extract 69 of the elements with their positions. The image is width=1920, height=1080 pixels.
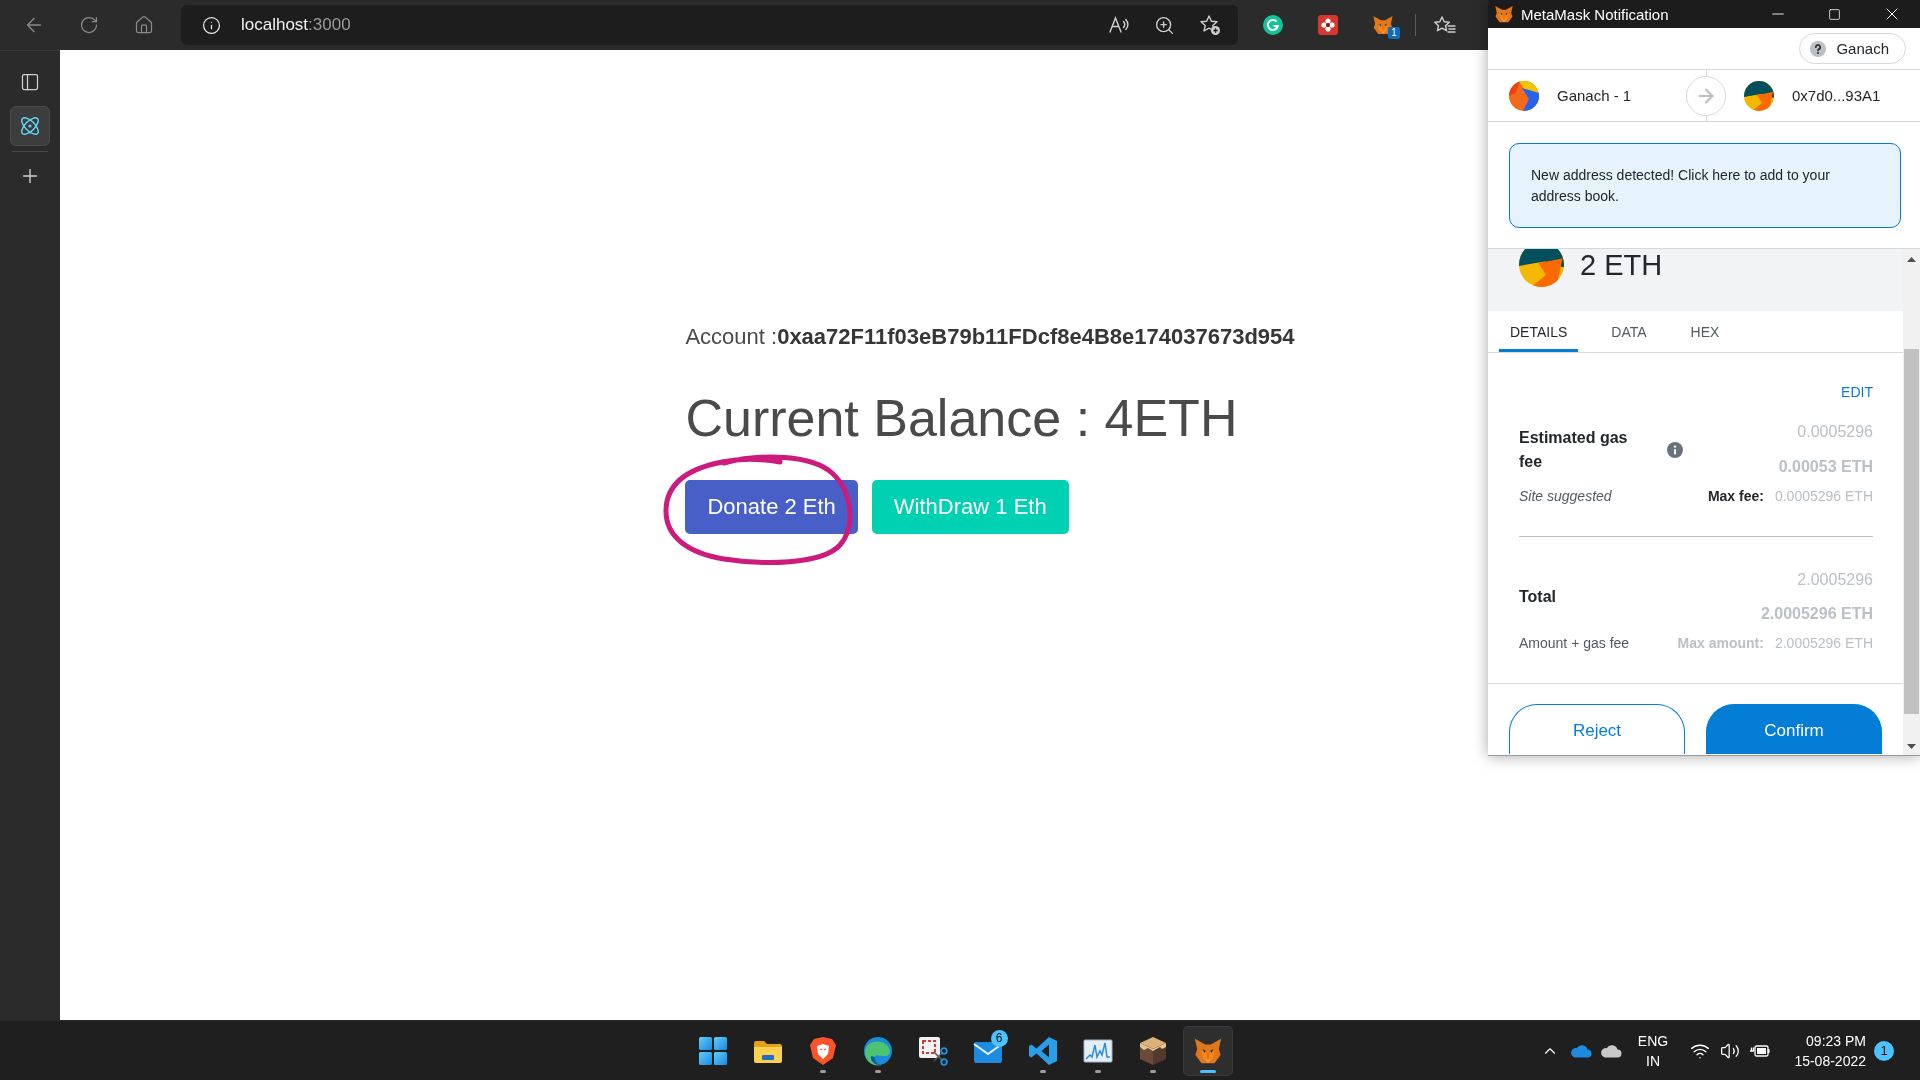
fee-label: Estimated gas fee [1519, 427, 1629, 472]
fox-icon[interactable] [1371, 14, 1394, 36]
cloud-icon[interactable] [1600, 1043, 1622, 1058]
balance-heading: Current Balance : 4ETH [685, 388, 1238, 449]
max-value: 0.0005296 ETH [1774, 487, 1873, 506]
cloud-icon[interactable] [1570, 1043, 1592, 1058]
fee-label: Total [1519, 587, 1558, 607]
url-text: localhost:3000 [241, 15, 351, 35]
donate-button[interactable]: Donate 2 Eth [685, 480, 858, 534]
tab[interactable]: HEX [1679, 311, 1731, 352]
windows-icon [697, 1035, 728, 1066]
read-aloud-icon[interactable] [1108, 15, 1130, 35]
help-icon [1810, 40, 1827, 57]
max-value: 2.0005296 ETH [1774, 634, 1873, 653]
window-title: MetaMask Notification [1521, 5, 1669, 23]
address-bar[interactable]: localhost:3000 [181, 5, 1238, 45]
scissors-frame-icon [917, 1035, 948, 1066]
avatar-icon [1519, 249, 1564, 287]
fox-icon [1494, 4, 1514, 24]
tab[interactable]: DATA [1600, 311, 1658, 352]
address-alert[interactable]: New address detected! Click here to add to your address book. [1509, 143, 1901, 228]
info-icon[interactable] [202, 15, 221, 35]
sidebar-button[interactable] [10, 106, 50, 146]
atom-icon [19, 115, 41, 137]
extension-badge: 1 [1388, 27, 1400, 39]
amount-text: 2 ETH [1580, 249, 1663, 281]
favorites-icon[interactable] [1434, 15, 1456, 35]
avatar-icon [1509, 80, 1539, 111]
add-favorite-icon[interactable] [1199, 14, 1221, 36]
region-text[interactable]: IN [1646, 1050, 1660, 1071]
recipient-address: 0x7d0...93A1 [1792, 87, 1881, 104]
note-text: Amount + gas fee [1519, 634, 1630, 653]
note-text: Site suggested [1519, 487, 1612, 506]
zoom-in-icon[interactable] [1154, 14, 1175, 36]
scrollbar-thumb[interactable] [1904, 349, 1919, 714]
eth-value-text: 0.00053 ETH [1778, 457, 1873, 477]
battery-icon[interactable] [1749, 1042, 1771, 1059]
account-name: Ganach - 1 [1557, 87, 1632, 104]
refresh-icon[interactable] [79, 15, 99, 35]
taskbar-button[interactable] [1182, 1025, 1233, 1076]
arc-circle-icon[interactable] [1262, 15, 1283, 35]
eth-value-text: 2.0005296 ETH [1760, 604, 1873, 624]
clock-time[interactable]: 09:23 PM [1806, 1030, 1866, 1051]
home-icon[interactable] [134, 15, 154, 35]
ribbon-icon [1027, 1035, 1058, 1066]
max-label: Max fee: [1707, 487, 1764, 506]
scroll-up-icon[interactable] [1907, 257, 1916, 262]
account-text: Account :0xaa72F11f03eB79b11FDcf8e4B8e174037673d954 [685, 323, 1295, 351]
value-text: 2.0005296 [1797, 570, 1873, 590]
maximize-icon[interactable] [1828, 7, 1841, 21]
chart-window-icon [1082, 1037, 1113, 1064]
clock-date[interactable]: 15-08-2022 [1794, 1050, 1866, 1071]
notification-badge: 6 [990, 1029, 1008, 1047]
cube-icon [1137, 1035, 1168, 1066]
flower-tile-icon[interactable] [1317, 15, 1338, 35]
notification-badge[interactable]: 1 [1874, 1040, 1894, 1061]
avatar-icon [1744, 80, 1774, 111]
reject-button[interactable]: Reject [1509, 704, 1685, 754]
tab[interactable]: DETAILS [1499, 311, 1579, 352]
panel-icon [20, 72, 40, 92]
language-text[interactable]: ENG [1637, 1030, 1669, 1051]
shield-icon [808, 1035, 837, 1066]
taskbar-button[interactable]: 6 [962, 1025, 1013, 1076]
max-label: Max amount: [1677, 634, 1764, 653]
value-text: 0.0005296 [1797, 422, 1873, 442]
scroll-down-icon[interactable] [1907, 744, 1916, 749]
swirl-icon [862, 1035, 893, 1066]
edit-link[interactable]: EDIT [1841, 384, 1873, 400]
confirm-button[interactable]: Confirm [1706, 704, 1882, 754]
